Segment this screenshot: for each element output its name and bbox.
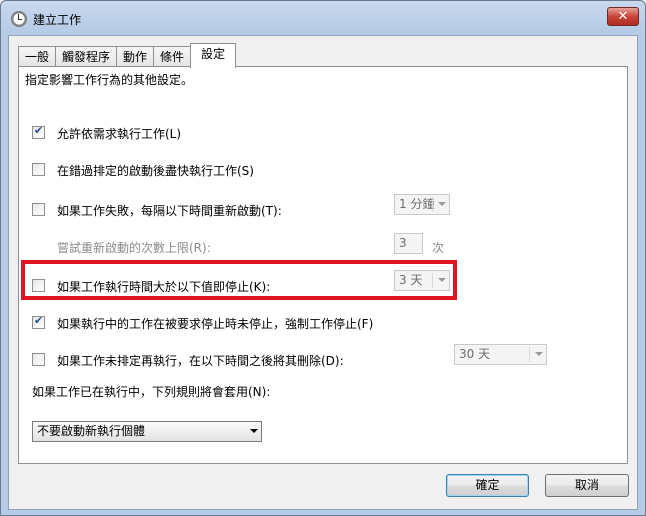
delete-if-not-scheduled-label: 如果工作未排定再執行，在以下時間之後將其刪除(D): [57, 354, 344, 368]
ok-button[interactable]: 確定 [446, 474, 529, 497]
run-asap-label: 在錯過排定的啟動後盡快執行工作(S) [57, 164, 254, 178]
tab-conditions[interactable]: 條件 [153, 46, 192, 67]
allow-on-demand-label: 允許依需求執行工作(L) [57, 127, 182, 141]
delete-if-not-scheduled-checkbox[interactable] [32, 353, 45, 366]
restart-interval-value: 1 分鐘 [399, 197, 435, 211]
restart-interval-dropdown[interactable]: 1 分鐘 [394, 194, 450, 215]
tab-settings[interactable]: 設定 [190, 43, 237, 68]
chevron-down-icon [535, 352, 543, 356]
restart-attempts-unit: 次 [432, 241, 445, 255]
run-asap-checkbox[interactable] [32, 163, 45, 176]
running-rule-value: 不要啟動新執行個體 [37, 424, 146, 438]
tab-strip: 一般 觸發程序 動作 條件 設定 [18, 43, 237, 68]
dialog-window: 建立工作 ✕ 一般 觸發程序 動作 條件 設定 指定影響工作行為的其他設定。 允… [0, 0, 646, 516]
tab-general[interactable]: 一般 [18, 46, 57, 67]
restart-attempts-input[interactable]: 3 [394, 233, 423, 254]
title-bar: 建立工作 ✕ [1, 1, 645, 35]
close-button[interactable]: ✕ [607, 7, 639, 26]
running-rule-label: 如果工作已在執行中，下列規則將會套用(N): [32, 385, 271, 399]
settings-description: 指定影響工作行為的其他設定。 [25, 73, 194, 87]
chevron-down-icon [250, 429, 258, 433]
force-stop-label: 如果執行中的工作在被要求停止時未停止，強制工作停止(F) [57, 317, 374, 331]
highlight-box [21, 260, 457, 300]
restart-on-fail-label: 如果工作失敗，每隔以下時間重新啟動(T): [57, 204, 282, 218]
restart-on-fail-checkbox[interactable] [32, 203, 45, 216]
window-title: 建立工作 [33, 13, 82, 27]
delete-after-dropdown[interactable]: 30 天 [454, 344, 547, 365]
cancel-button[interactable]: 取消 [545, 474, 629, 497]
tab-actions[interactable]: 動作 [116, 46, 155, 67]
force-stop-checkbox[interactable] [32, 314, 45, 329]
chevron-down-icon [438, 202, 446, 206]
running-rule-dropdown[interactable]: 不要啟動新執行個體 [32, 421, 262, 442]
allow-on-demand-checkbox[interactable] [32, 124, 45, 139]
tab-triggers[interactable]: 觸發程序 [55, 46, 118, 67]
delete-after-value: 30 天 [459, 347, 491, 361]
restart-attempts-label: 嘗試重新啟動的次數上限(R): [57, 241, 211, 255]
clock-icon [11, 11, 27, 27]
